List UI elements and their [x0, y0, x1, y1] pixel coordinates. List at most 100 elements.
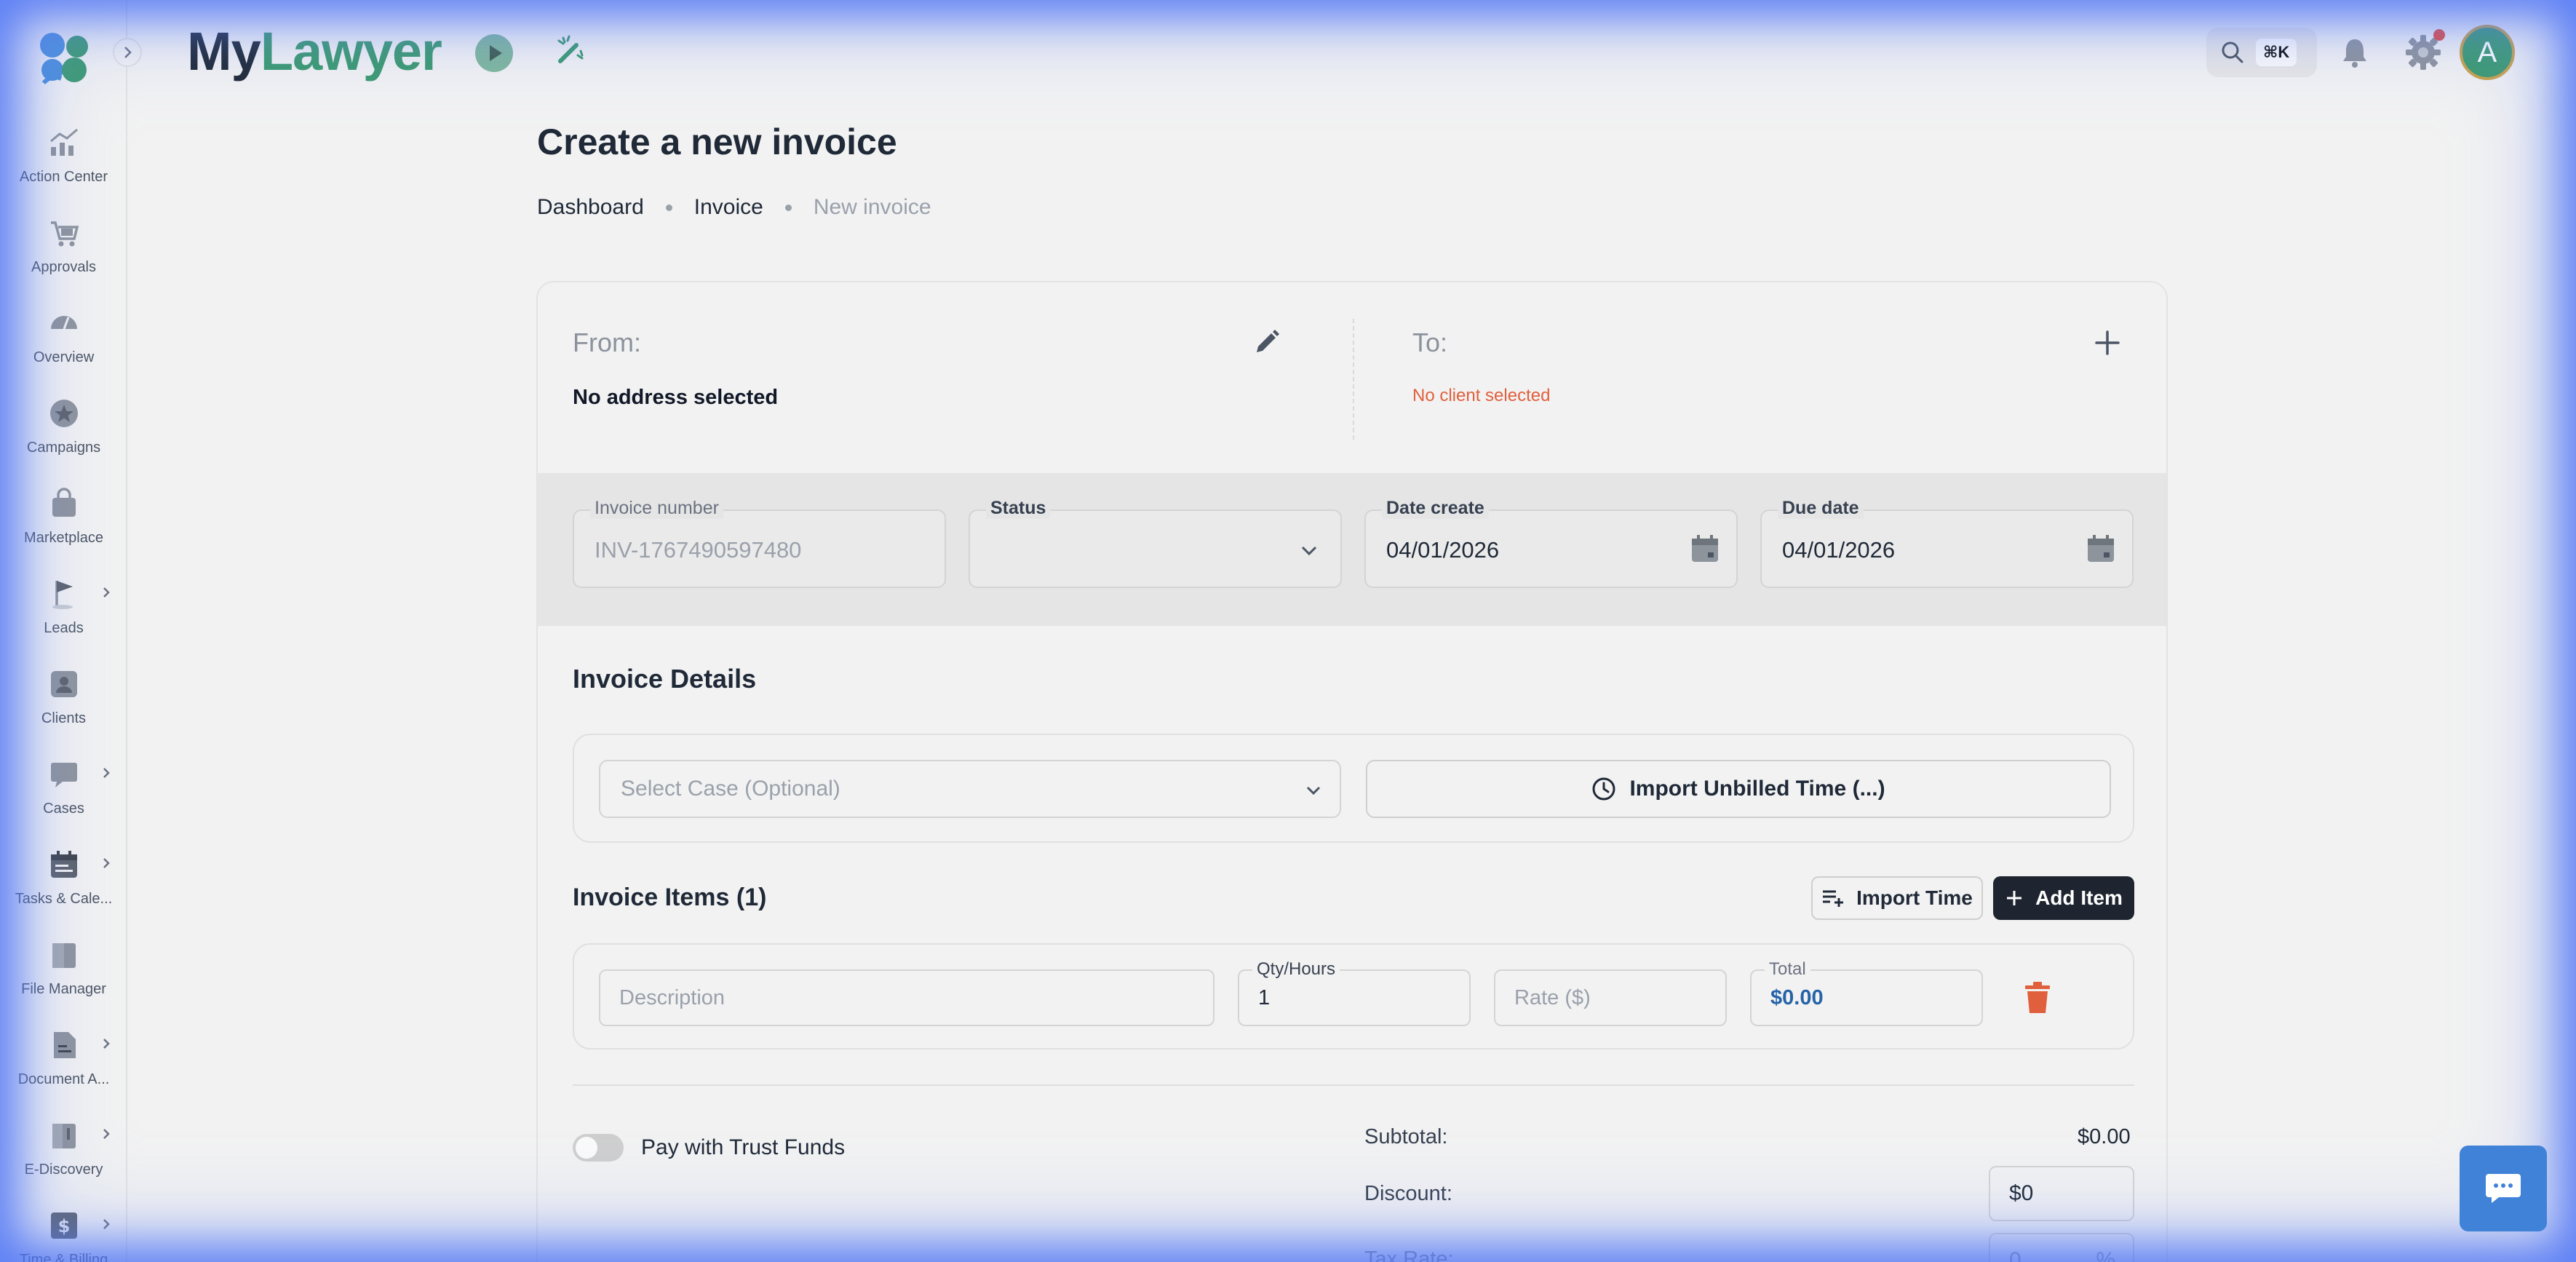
add-item-label: Add Item [2035, 886, 2123, 909]
from-label: From: [573, 328, 641, 357]
chevron-right-icon[interactable] [101, 1127, 111, 1145]
case-select-placeholder: Select Case (Optional) [621, 777, 840, 801]
gauge-icon [48, 307, 80, 339]
item-qty-label: Qty/Hours [1252, 959, 1340, 980]
item-qty-value: 1 [1258, 985, 1271, 1009]
sidebar-item-action-center[interactable]: Action Center [0, 127, 127, 217]
discount-value: $0 [2009, 1181, 2034, 1205]
breadcrumb-dashboard[interactable]: Dashboard [537, 195, 644, 220]
due-date-field[interactable]: Due date 04/01/2026 [1760, 498, 2134, 588]
sidebar-item-leads[interactable]: Leads [0, 578, 127, 668]
brand-logo-text[interactable]: MyLawyer [187, 20, 442, 82]
sidebar-item-label: E-Discovery [24, 1162, 103, 1178]
brand-part-lawyer: Lawyer [260, 21, 442, 82]
breadcrumb: Dashboard Invoice New invoice [537, 195, 931, 220]
tax-rate-label: Tax Rate: [1364, 1247, 1454, 1262]
sidebar-item-e-discovery[interactable]: E-Discovery [0, 1119, 127, 1210]
svg-text:$: $ [57, 1216, 70, 1237]
sidebar-collapse-toggle[interactable] [113, 38, 142, 67]
pencil-icon[interactable] [1251, 328, 1281, 358]
status-label: Status [986, 498, 1051, 519]
chevron-right-icon[interactable] [101, 1036, 111, 1055]
clock-icon [1592, 777, 1615, 801]
sidebar-item-document-automation[interactable]: Document A... [0, 1029, 127, 1119]
sidebar-item-clients[interactable]: Clients [0, 668, 127, 758]
from-to-divider [1353, 319, 1354, 440]
sidebar-item-time-billing[interactable]: $ Time & Billing [0, 1210, 127, 1262]
pay-with-trust-label: Pay with Trust Funds [641, 1135, 846, 1159]
sidebar-item-label: Campaigns [26, 440, 101, 456]
to-client-value: No client selected [1412, 386, 1551, 405]
sidebar-item-label: Document A... [17, 1071, 110, 1087]
app-logo-icon[interactable] [36, 31, 92, 86]
invoice-number-value: INV-1767490597480 [595, 537, 802, 563]
chart-trend-icon [48, 127, 80, 159]
to-label: To: [1412, 328, 1448, 357]
sidebar-item-marketplace[interactable]: Marketplace [0, 488, 127, 578]
notification-dot [2433, 29, 2445, 41]
sidebar-item-file-manager[interactable]: File Manager [0, 939, 127, 1029]
subtotal-value: $0.00 [2078, 1125, 2131, 1148]
sidebar-item-label: Action Center [19, 169, 108, 185]
item-total-value: $0.00 [1770, 985, 1824, 1009]
document-icon [48, 1029, 80, 1061]
sidebar-item-overview[interactable]: Overview [0, 307, 127, 397]
add-item-button[interactable]: Add Item [1993, 876, 2134, 920]
pay-with-trust-toggle[interactable] [573, 1134, 624, 1162]
invoice-form-card: From: No address selected To: No client … [536, 281, 2168, 1262]
calendar-icon[interactable] [1688, 533, 1722, 566]
from-address-value: No address selected [573, 386, 779, 409]
breadcrumb-separator [784, 204, 792, 211]
tax-rate-unit: % [2096, 1248, 2115, 1262]
brand-part-my: My [187, 21, 261, 82]
plus-icon[interactable] [2091, 326, 2124, 360]
invoice-number-label: Invoice number [590, 498, 723, 519]
sidebar-item-approvals[interactable]: Approvals [0, 217, 127, 307]
chevron-right-icon[interactable] [101, 1217, 111, 1235]
avatar[interactable]: A [2460, 25, 2515, 80]
date-create-field[interactable]: Date create 04/01/2026 [1364, 498, 1738, 588]
search-button[interactable]: ⌘K [2206, 28, 2317, 77]
folder-icon [48, 939, 80, 971]
bell-icon[interactable] [2337, 35, 2372, 70]
import-unbilled-time-button[interactable]: Import Unbilled Time (...) [1366, 760, 2111, 818]
chevron-right-icon[interactable] [101, 856, 111, 874]
status-select[interactable]: Status [969, 498, 1342, 588]
tax-rate-value: 0 [2009, 1248, 2022, 1262]
chevron-right-icon[interactable] [101, 766, 111, 784]
avatar-initial: A [2477, 36, 2497, 68]
chevron-down-icon [1301, 546, 1317, 556]
item-qty-input[interactable]: Qty/Hours 1 [1238, 959, 1471, 1026]
tax-rate-input[interactable]: 0 % [1989, 1233, 2134, 1262]
breadcrumb-invoice[interactable]: Invoice [694, 195, 763, 220]
date-create-label: Date create [1382, 498, 1489, 519]
import-unbilled-label: Import Unbilled Time (...) [1629, 777, 1885, 801]
sidebar-item-campaigns[interactable]: Campaigns [0, 397, 127, 488]
magic-wand-icon[interactable] [552, 33, 588, 70]
sidebar-item-label: Clients [41, 710, 87, 726]
bag-icon [48, 488, 80, 520]
breadcrumb-separator [665, 204, 672, 211]
invoice-item-row: Description Qty/Hours 1 Rate ($) Total $… [573, 943, 2134, 1049]
trash-icon[interactable] [2022, 981, 2053, 1015]
cart-icon [48, 217, 80, 249]
chevron-right-icon [124, 47, 132, 58]
item-description-input[interactable]: Description [599, 969, 1215, 1026]
due-date-label: Due date [1778, 498, 1864, 519]
discount-input[interactable]: $0 [1989, 1166, 2134, 1221]
sidebar-item-label: Approvals [31, 259, 96, 275]
date-create-value: 04/01/2026 [1386, 537, 1500, 563]
calendar-icon[interactable] [2084, 533, 2118, 566]
sidebar-item-cases[interactable]: Cases [0, 758, 127, 849]
item-rate-input[interactable]: Rate ($) [1494, 969, 1727, 1026]
sidebar-item-tasks-calendar[interactable]: Tasks & Cale... [0, 849, 127, 939]
case-select[interactable]: Select Case (Optional) [599, 760, 1341, 818]
page-title: Create a new invoice [537, 122, 897, 162]
invoice-number-field[interactable]: Invoice number INV-1767490597480 [573, 498, 946, 588]
import-time-button[interactable]: Import Time [1811, 876, 1983, 920]
chat-support-button[interactable] [2460, 1146, 2547, 1231]
chevron-right-icon[interactable] [101, 585, 111, 603]
play-icon[interactable] [474, 33, 514, 73]
sidebar-item-label: Cases [43, 801, 84, 817]
chevron-down-icon [1306, 786, 1321, 795]
